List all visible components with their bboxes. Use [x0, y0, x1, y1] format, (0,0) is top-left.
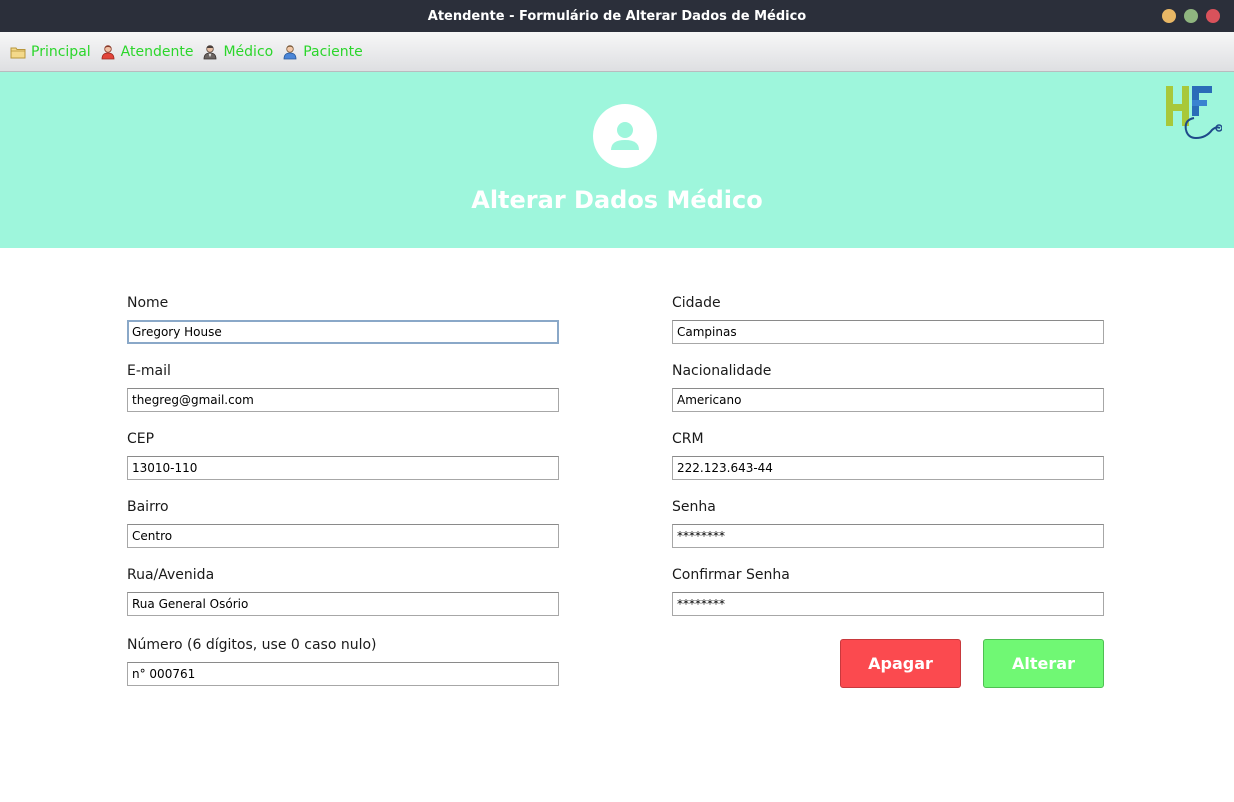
menu-item-paciente[interactable]: Paciente [282, 44, 363, 60]
menu-item-principal[interactable]: Principal [10, 44, 91, 60]
cidade-field-group: Cidade [672, 294, 1104, 344]
cep-field-group: CEP [127, 430, 559, 480]
menu-item-medico[interactable]: Médico [202, 44, 273, 60]
crm-label: CRM [672, 431, 704, 447]
menu-item-label: Paciente [303, 43, 363, 60]
alterar-button[interactable]: Alterar [983, 639, 1104, 688]
menu-item-label: Atendente [120, 43, 194, 60]
cep-input[interactable] [127, 456, 559, 480]
senha-field-group: Senha [672, 498, 1104, 548]
numero-field-group: Número (6 dígitos, use 0 caso nulo) [127, 636, 559, 686]
nacionalidade-field-group: Nacionalidade [672, 362, 1104, 412]
numero-input[interactable] [127, 662, 559, 686]
senha-input[interactable] [672, 524, 1104, 548]
menu-item-label: Médico [223, 43, 274, 60]
email-label: E-mail [127, 363, 171, 379]
avatar [593, 104, 657, 168]
nacionalidade-label: Nacionalidade [672, 363, 772, 379]
user-icon [611, 122, 639, 150]
rua-label: Rua/Avenida [127, 567, 215, 583]
window-title: Atendente - Formulário de Alterar Dados … [427, 8, 807, 24]
email-field-group: E-mail [127, 362, 559, 412]
header-banner: Alterar Dados Médico [0, 72, 1234, 248]
user-blue-icon [282, 44, 298, 60]
confirmar-senha-field-group: Confirmar Senha [672, 566, 1104, 616]
maximize-button[interactable] [1184, 9, 1198, 23]
confirmar-senha-input[interactable] [672, 592, 1104, 616]
nome-field-group: Nome [127, 294, 559, 344]
apagar-button[interactable]: Apagar [840, 639, 961, 688]
senha-label: Senha [672, 499, 716, 515]
email-input[interactable] [127, 388, 559, 412]
nome-input[interactable] [127, 320, 559, 344]
bairro-field-group: Bairro [127, 498, 559, 548]
folder-icon [10, 44, 26, 60]
cep-label: CEP [127, 431, 155, 447]
crm-input[interactable] [672, 456, 1104, 480]
window-titlebar: Atendente - Formulário de Alterar Dados … [0, 0, 1234, 32]
cidade-label: Cidade [672, 295, 721, 311]
bairro-label: Bairro [127, 499, 169, 515]
close-button[interactable] [1206, 9, 1220, 23]
window-controls [1162, 9, 1220, 23]
cidade-input[interactable] [672, 320, 1104, 344]
hf-logo-icon [1164, 84, 1223, 142]
numero-label: Número (6 dígitos, use 0 caso nulo) [127, 637, 377, 653]
page-title: Alterar Dados Médico [471, 186, 763, 214]
menu-bar: Principal Atendente Médico Paciente [0, 32, 1234, 72]
menu-item-label: Principal [31, 43, 91, 60]
bairro-input[interactable] [127, 524, 559, 548]
crm-field-group: CRM [672, 430, 1104, 480]
user-doctor-icon [202, 44, 218, 60]
rua-field-group: Rua/Avenida [127, 566, 559, 616]
nacionalidade-input[interactable] [672, 388, 1104, 412]
menu-item-atendente[interactable]: Atendente [100, 43, 194, 60]
rua-input[interactable] [127, 592, 559, 616]
user-red-icon [100, 44, 116, 60]
confirmar-senha-label: Confirmar Senha [672, 567, 790, 583]
nome-label: Nome [127, 295, 169, 311]
minimize-button[interactable] [1162, 9, 1176, 23]
